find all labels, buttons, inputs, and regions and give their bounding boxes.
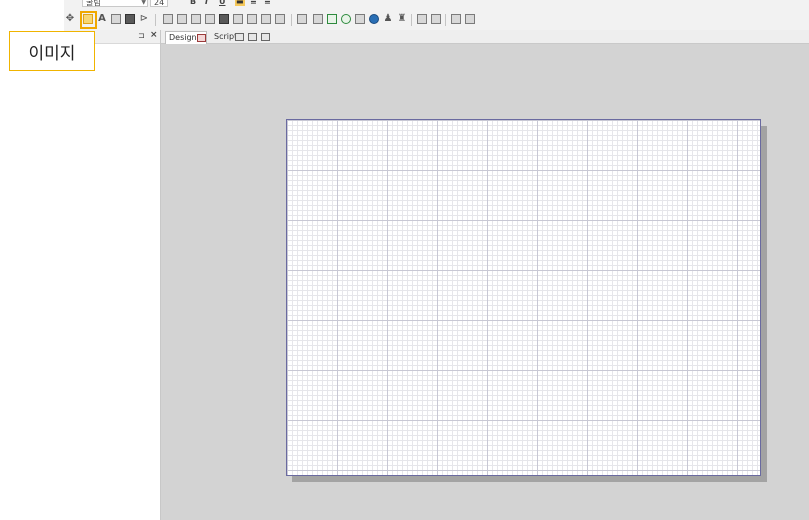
separator bbox=[445, 14, 446, 26]
tab-design-label: Design bbox=[169, 33, 197, 42]
barcode-icon[interactable] bbox=[355, 14, 365, 24]
chevron-down-icon: ▼ bbox=[141, 0, 146, 6]
open-icon[interactable] bbox=[235, 33, 244, 41]
person-icon[interactable]: ♟ bbox=[383, 14, 393, 24]
font-name-value: 굴림 bbox=[86, 0, 101, 7]
tooltip-label: 이미지 bbox=[28, 43, 76, 64]
globe-icon[interactable] bbox=[369, 14, 379, 24]
sub-report-icon[interactable] bbox=[233, 14, 243, 24]
italic-button[interactable]: I bbox=[205, 0, 208, 6]
underline-button[interactable]: U bbox=[219, 0, 226, 6]
object-toolbar: ✥ A ⊳ ♟ ♜ bbox=[64, 10, 809, 31]
font-name-combo[interactable]: 굴림 ▼ bbox=[82, 0, 148, 7]
form-control-icon[interactable] bbox=[177, 14, 187, 24]
format-toolbar: 굴림 ▼ 24 B I U ▬ ≡ ≡ bbox=[64, 0, 809, 10]
tab-script-label: Script bbox=[214, 32, 238, 41]
footer-band-icon[interactable] bbox=[275, 14, 285, 24]
separator bbox=[291, 14, 292, 26]
line-icon[interactable]: ⊳ bbox=[139, 14, 149, 24]
font-size-combo[interactable]: 24 bbox=[150, 0, 168, 7]
rich-text-icon[interactable] bbox=[111, 14, 121, 24]
tab-design[interactable]: Design bbox=[165, 31, 207, 44]
shape-icon[interactable] bbox=[125, 14, 135, 24]
design-canvas-area[interactable] bbox=[161, 44, 809, 520]
align-center-icon[interactable]: ≡ bbox=[250, 0, 257, 6]
tool-highlight bbox=[80, 11, 97, 29]
align-right-icon[interactable]: ≡ bbox=[264, 0, 271, 6]
design-view-icon bbox=[197, 34, 206, 42]
highlight-color-icon[interactable]: ▬ bbox=[235, 0, 245, 6]
left-panel: ⊐ × bbox=[0, 30, 161, 520]
column-control-icon[interactable] bbox=[205, 14, 215, 24]
list-control-icon[interactable] bbox=[247, 14, 257, 24]
signature-icon[interactable]: ♜ bbox=[397, 14, 407, 24]
tab-script[interactable]: Script bbox=[211, 31, 279, 44]
font-box-icon[interactable] bbox=[417, 14, 427, 24]
chart-control-icon[interactable] bbox=[219, 14, 229, 24]
pin-icon[interactable]: ⊐ bbox=[138, 31, 145, 40]
table-control-icon[interactable] bbox=[191, 14, 201, 24]
tab-strip: Design Script bbox=[161, 30, 809, 44]
save-icon[interactable] bbox=[248, 33, 257, 41]
checkbox-control-icon[interactable] bbox=[327, 14, 337, 24]
script-view-icon[interactable] bbox=[261, 33, 270, 41]
edit-control-icon[interactable] bbox=[313, 14, 323, 24]
font-size-value: 24 bbox=[154, 0, 165, 7]
tooltip: 이미지 bbox=[9, 31, 95, 71]
graph-box-icon[interactable] bbox=[465, 14, 475, 24]
separator bbox=[155, 14, 156, 26]
label-control-icon[interactable] bbox=[297, 14, 307, 24]
table-icon[interactable] bbox=[431, 14, 441, 24]
design-page-grid[interactable] bbox=[286, 119, 761, 476]
picture-box-icon[interactable] bbox=[451, 14, 461, 24]
text-icon[interactable]: A bbox=[97, 14, 107, 24]
close-icon[interactable]: × bbox=[150, 30, 158, 40]
separator bbox=[411, 14, 412, 26]
radio-control-icon[interactable] bbox=[341, 14, 351, 24]
grid-control-icon[interactable] bbox=[163, 14, 173, 24]
pointer-icon[interactable]: ✥ bbox=[65, 14, 75, 24]
bold-button[interactable]: B bbox=[190, 0, 196, 6]
header-band-icon[interactable] bbox=[261, 14, 271, 24]
